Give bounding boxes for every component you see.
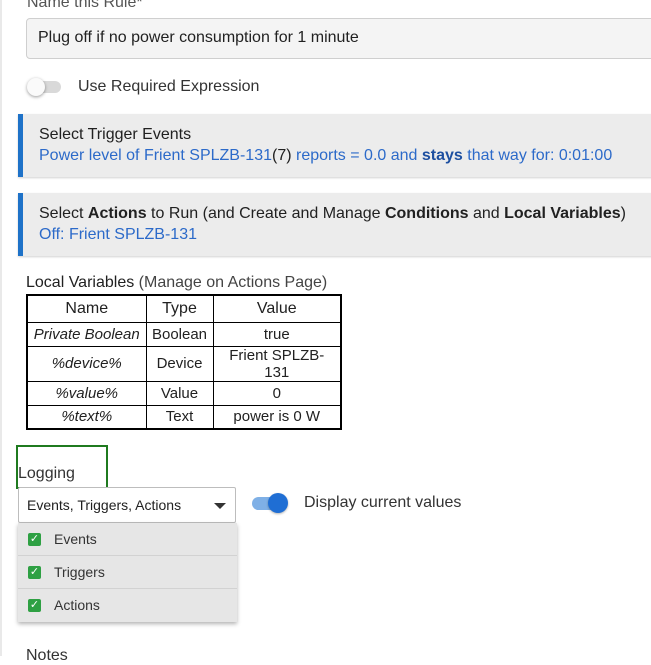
local-variables-heading: Local Variables (Manage on Actions Page) xyxy=(26,274,328,291)
notes-label: Notes xyxy=(26,647,68,664)
menu-item-label: Triggers xyxy=(54,564,105,580)
column-header-type: Type xyxy=(145,294,214,323)
cell-type: Boolean xyxy=(145,321,214,347)
toggle-thumb xyxy=(268,493,288,513)
trigger-events-title: Select Trigger Events xyxy=(39,126,192,143)
cell-value: true xyxy=(212,321,342,347)
cell-name: %device% xyxy=(26,345,147,382)
display-current-values-toggle[interactable] xyxy=(252,493,290,513)
trigger-events-link[interactable]: Power level of Frient SPLZB-131(7) repor… xyxy=(39,145,642,166)
cell-value: power is 0 W xyxy=(212,404,342,430)
checkbox-checked-icon: ✓ xyxy=(28,566,41,579)
cell-type: Value xyxy=(145,380,214,406)
trigger-events-section[interactable]: Select Trigger Events Power level of Fri… xyxy=(18,114,651,177)
logging-label: Logging xyxy=(18,465,75,482)
column-header-value: Value xyxy=(212,294,342,323)
left-border-strip xyxy=(0,0,2,656)
rule-name-input[interactable]: Plug off if no power consumption for 1 m… xyxy=(26,18,651,59)
menu-item-label: Actions xyxy=(54,597,100,613)
menu-item-actions[interactable]: ✓ Actions xyxy=(18,589,237,622)
actions-title: Select Actions to Run (and Create and Ma… xyxy=(39,205,626,222)
checkbox-checked-icon: ✓ xyxy=(28,599,41,612)
logging-select[interactable]: Events, Triggers, Actions xyxy=(18,487,236,523)
local-variables-table: Name Type Value Private Boolean Boolean … xyxy=(26,294,342,430)
cell-value: Frient SPLZB-131 xyxy=(212,345,342,382)
logging-selected-value: Events, Triggers, Actions xyxy=(27,497,182,513)
table-row: %device% Device Frient SPLZB-131 xyxy=(26,345,342,382)
actions-section[interactable]: Select Actions to Run (and Create and Ma… xyxy=(18,193,651,256)
actions-link[interactable]: Off: Frient SPLZB-131 xyxy=(39,224,642,245)
menu-item-triggers[interactable]: ✓ Triggers xyxy=(18,556,237,589)
required-expression-toggle[interactable] xyxy=(27,78,63,96)
required-expression-label: Use Required Expression xyxy=(78,78,260,95)
table-row: %text% Text power is 0 W xyxy=(26,404,342,430)
menu-item-label: Events xyxy=(54,531,97,547)
column-header-name: Name xyxy=(26,294,147,323)
toggle-thumb xyxy=(27,78,45,96)
checkbox-checked-icon: ✓ xyxy=(28,533,41,546)
table-row: Private Boolean Boolean true xyxy=(26,321,342,347)
cell-name: %value% xyxy=(26,380,147,406)
cell-name: Private Boolean xyxy=(26,321,147,347)
cell-value: 0 xyxy=(212,380,342,406)
caret-down-icon xyxy=(214,503,226,509)
table-row: %value% Value 0 xyxy=(26,380,342,406)
cell-type: Device xyxy=(145,345,214,382)
display-current-values-label: Display current values xyxy=(304,494,462,511)
table-header-row: Name Type Value xyxy=(26,294,342,323)
cell-name: %text% xyxy=(26,404,147,430)
logging-dropdown-menu: ✓ Events ✓ Triggers ✓ Actions xyxy=(18,523,237,622)
menu-item-events[interactable]: ✓ Events xyxy=(18,523,237,556)
rule-name-label: Name this Rule* xyxy=(27,0,143,11)
cell-type: Text xyxy=(145,404,214,430)
